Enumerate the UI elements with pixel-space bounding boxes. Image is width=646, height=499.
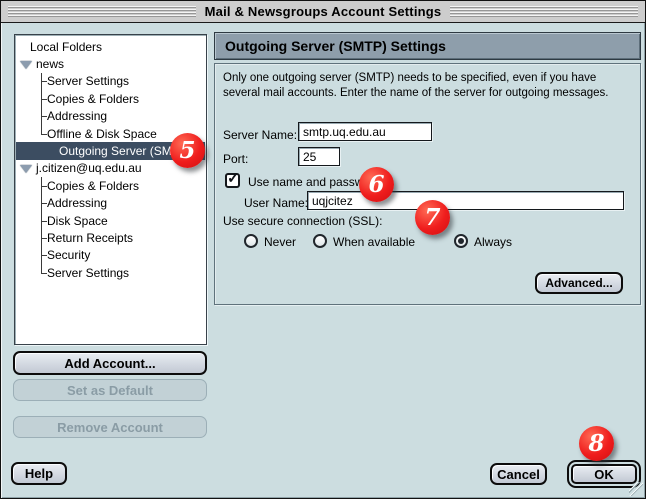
checkmark-icon: ✓ [227,169,240,187]
window-title-bar[interactable]: Mail & Newsgroups Account Settings [1,1,645,23]
tree-item-server-settings[interactable]: Server Settings [16,73,205,90]
ssl-never-radio[interactable] [244,234,258,248]
tree-item-label: Copies & Folders [47,92,139,106]
tree-item-label: Offline & Disk Space [47,127,157,141]
server-name-input[interactable] [298,122,432,141]
tree-item-local-folders[interactable]: Local Folders [16,38,205,55]
ssl-never-label: Never [264,235,296,249]
server-name-label: Server Name: [223,128,297,142]
ssl-always-radio[interactable] [454,234,468,248]
panel-header-title: Outgoing Server (SMTP) Settings [225,38,446,54]
tree-item-label: Local Folders [30,40,102,54]
ssl-when-available-radio[interactable] [313,234,327,248]
tree-item-return-receipts[interactable]: Return Receipts [16,229,205,246]
user-name-label: User Name: [244,196,308,210]
ssl-always-label: Always [474,235,512,249]
radio-dot [458,238,464,244]
tree-item-server-settings[interactable]: Server Settings [16,264,205,281]
tree-item-label: Security [47,248,90,262]
tree-item-security[interactable]: Security [16,247,205,264]
tree-item-label: Server Settings [47,74,129,88]
tree-item-label: Addressing [47,109,107,123]
tree-item-copies-folders[interactable]: Copies & Folders [16,90,205,107]
remove-account-button[interactable]: Remove Account [13,416,207,438]
ok-button[interactable]: OK [571,464,637,484]
step-badge-6: 6 [359,167,394,202]
ssl-when-available-label: When available [333,235,415,249]
tree-item-news[interactable]: news [16,55,205,72]
collapse-triangle-icon[interactable] [20,61,32,69]
account-tree: Local Folders news Server Settings Copies &… [14,34,207,345]
tree-item-label: Return Receipts [47,231,133,245]
port-input[interactable] [298,147,340,166]
set-as-default-button[interactable]: Set as Default [13,379,207,401]
tree-item-label: news [36,57,64,71]
use-name-password-checkbox[interactable]: ✓ [225,173,240,188]
user-name-input[interactable] [307,191,624,210]
port-label: Port: [223,152,248,166]
help-button[interactable]: Help [11,462,67,485]
advanced-button[interactable]: Advanced... [535,272,623,294]
add-account-button[interactable]: Add Account... [13,351,207,375]
tree-item-disk-space[interactable]: Disk Space [16,212,205,229]
tree-item-label: Addressing [47,196,107,210]
tree-item-label: Copies & Folders [47,179,139,193]
tree-item-copies-folders[interactable]: Copies & Folders [16,177,205,194]
account-settings-dialog: Mail & Newsgroups Account Settings Local… [0,0,646,499]
tree-item-label: Server Settings [47,266,129,280]
cancel-button[interactable]: Cancel [490,463,547,485]
collapse-triangle-icon[interactable] [20,165,32,173]
resize-grip[interactable] [629,482,643,496]
window-title: Mail & Newsgroups Account Settings [196,4,451,19]
tree-item-label: j.citizen@uq.edu.au [36,161,142,175]
tree-item-label: Disk Space [47,214,108,228]
panel-description: Only one outgoing server (SMTP) needs to… [223,71,631,100]
step-badge-7: 7 [415,200,450,235]
step-badge-5: 5 [170,133,205,168]
step-badge-8: 8 [579,426,614,461]
tree-item-addressing[interactable]: Addressing [16,108,205,125]
panel-header: Outgoing Server (SMTP) Settings [214,32,641,60]
ssl-label: Use secure connection (SSL): [223,214,382,228]
tree-item-addressing[interactable]: Addressing [16,195,205,212]
